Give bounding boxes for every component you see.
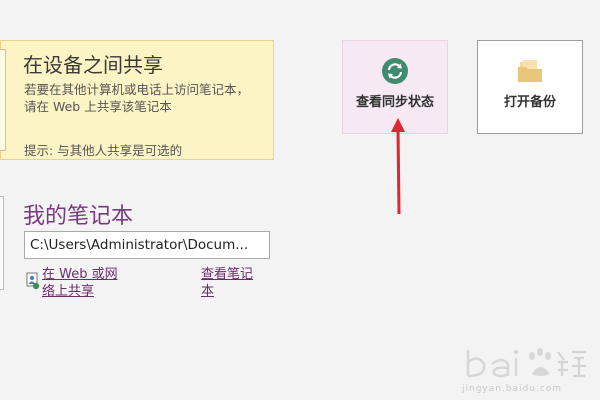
share-across-devices-panel: 在设备之间共享 若要在其他计算机或电话上访问笔记本， 请在 Web 上共享该笔记…: [0, 40, 274, 160]
watermark-url: jingyan.baidu.com: [462, 384, 563, 394]
share-on-web-link[interactable]: 在 Web 或网 络上共享: [42, 266, 118, 300]
share-panel-title: 在设备之间共享: [23, 53, 163, 77]
share-on-web-link-line2: 络上共享: [42, 284, 95, 299]
share-web-icon: [26, 272, 40, 290]
notebook-icon-stub: [0, 196, 4, 290]
folder-icon: [518, 60, 542, 82]
view-notebook-link[interactable]: 查看笔记 本: [201, 266, 253, 300]
share-panel-tip: 提示: 与其他人共享是可选的: [24, 143, 183, 158]
open-backups-label: 打开备份: [503, 95, 556, 110]
share-panel-icon-stub: [0, 49, 6, 151]
share-panel-description-line1: 若要在其他计算机或电话上访问笔记本，: [24, 82, 250, 97]
view-notebook-link-line1: 查看笔记: [201, 267, 254, 282]
my-notebooks-title: 我的笔记本: [23, 204, 134, 229]
red-arrow-annotation: [391, 118, 405, 215]
notebook-path-field[interactable]: C:\Users\Administrator\Docum...: [24, 231, 270, 259]
sync-icon: [382, 58, 408, 84]
open-backups-button[interactable]: 打开备份: [477, 40, 583, 134]
share-panel-description-line2: 请在 Web 上共享该笔记本: [24, 99, 172, 114]
view-notebook-link-line2: 本: [201, 284, 215, 299]
view-sync-status-label: 查看同步状态: [355, 95, 434, 110]
share-panel-description: 若要在其他计算机或电话上访问笔记本， 请在 Web 上共享该笔记本: [24, 81, 249, 115]
share-on-web-link-line1: 在 Web 或网: [42, 267, 118, 282]
